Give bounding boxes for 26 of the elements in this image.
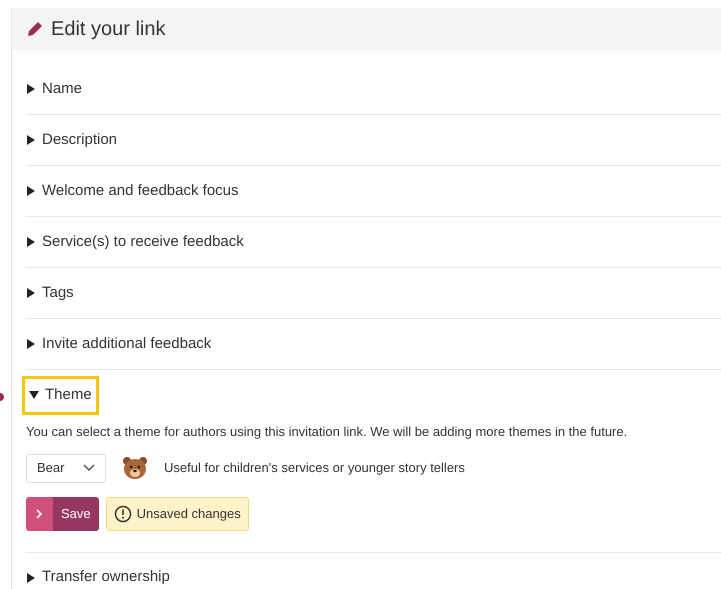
theme-description: You can select a theme for authors using this invitation link. We will be adding more themes in the future.: [26, 423, 628, 441]
section-toggle[interactable]: Transfer ownership: [26, 566, 170, 589]
section-toggle[interactable]: Welcome and feedback focus: [26, 180, 239, 202]
section-toggle[interactable]: Invite additional feedback: [26, 332, 212, 356]
caret-right-icon: [26, 237, 36, 247]
pencil-icon: [27, 21, 43, 37]
section-toggle[interactable]: Description: [26, 128, 118, 152]
chevron-right-icon: [36, 508, 43, 518]
caret-down-icon: [29, 390, 39, 400]
caret-right-icon: [26, 84, 36, 94]
section-toggle[interactable]: Name: [26, 78, 82, 100]
section-toggle[interactable]: Tags: [26, 282, 74, 304]
bear-icon: [122, 456, 148, 480]
caret-right-icon: [26, 339, 36, 349]
panel-title: Edit your link: [51, 17, 166, 42]
theme-note: Useful for children's services or younger story tellers: [164, 459, 465, 478]
theme-select[interactable]: Bear: [26, 454, 106, 482]
warning-icon: [114, 504, 132, 522]
chevron-down-icon: [83, 464, 95, 472]
caret-right-icon: [26, 186, 36, 196]
caret-right-icon: [26, 572, 36, 582]
unsaved-changes-badge: Unsaved changes: [106, 496, 249, 530]
section-toggle[interactable]: Theme: [22, 376, 99, 414]
caret-right-icon: [26, 288, 36, 298]
caret-right-icon: [26, 135, 36, 145]
section-toggle[interactable]: Service(s) to receive feedback: [26, 230, 244, 254]
